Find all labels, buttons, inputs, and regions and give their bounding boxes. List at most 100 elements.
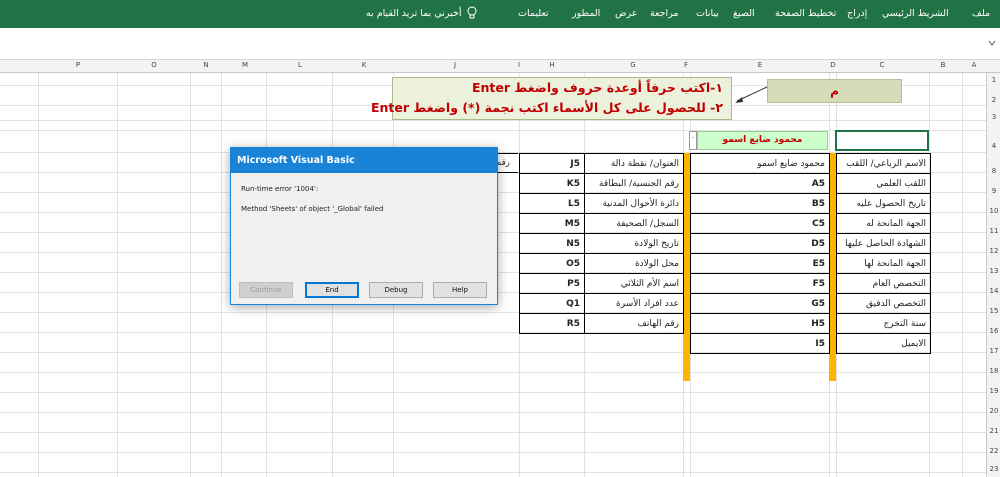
row-4[interactable]: 4 xyxy=(987,142,1000,150)
col-a[interactable]: A xyxy=(968,61,980,69)
tab-review[interactable]: مراجعة xyxy=(650,8,679,19)
value-cell[interactable]: محمود ضايع اسمو xyxy=(690,153,830,174)
tab-data[interactable]: بيانات xyxy=(696,8,719,19)
row-19[interactable]: 19 xyxy=(987,387,1000,395)
value-cell[interactable]: F5 xyxy=(690,273,830,294)
label-cell[interactable]: سنة التخرج xyxy=(836,313,931,334)
col-g[interactable]: G xyxy=(627,61,639,69)
col-m[interactable]: M xyxy=(239,61,251,69)
value-cell[interactable]: K5 xyxy=(519,173,585,194)
row-1[interactable]: 1 xyxy=(987,76,1000,84)
value-cell[interactable]: H5 xyxy=(690,313,830,334)
value-cell[interactable]: J5 xyxy=(519,153,585,174)
row-23[interactable]: 23 xyxy=(987,465,1000,473)
col-i[interactable]: I xyxy=(513,61,525,69)
row-16[interactable]: 16 xyxy=(987,327,1000,335)
help-button[interactable]: Help xyxy=(433,282,487,298)
label-cell[interactable]: التخصص العام xyxy=(836,273,931,294)
col-l[interactable]: L xyxy=(294,61,306,69)
value-cell[interactable]: M5 xyxy=(519,213,585,234)
col-e[interactable]: E xyxy=(754,61,766,69)
label-cell[interactable]: عدد افراد الأسرة xyxy=(584,293,684,314)
col-h[interactable]: H xyxy=(546,61,558,69)
table-row: R5 رقم الهاتف xyxy=(519,313,684,334)
value-cell[interactable]: O5 xyxy=(519,253,585,274)
row-21[interactable]: 21 xyxy=(987,427,1000,435)
name-result-cell[interactable]: محمود ضايع اسمو xyxy=(697,131,828,150)
row-2[interactable]: 2 xyxy=(987,96,1000,104)
tab-formulas[interactable]: الصيغ xyxy=(733,8,755,19)
value-cell[interactable]: A5 xyxy=(690,173,830,194)
tab-home[interactable]: الشريط الرئيسي xyxy=(882,8,949,19)
col-o[interactable]: O xyxy=(148,61,160,69)
dialog-title[interactable]: Microsoft Visual Basic xyxy=(231,148,497,173)
dropdown-cell[interactable]: . xyxy=(689,131,697,150)
col-c[interactable]: C xyxy=(876,61,888,69)
label-cell[interactable]: اللقب العلمي xyxy=(836,173,931,194)
formula-bar[interactable] xyxy=(0,28,1000,60)
end-button[interactable]: End xyxy=(305,282,359,298)
tell-me-search[interactable]: أخبرني بما تريد القيام به xyxy=(366,6,478,20)
continue-button[interactable]: Continue xyxy=(239,282,293,298)
col-j[interactable]: J xyxy=(449,61,461,69)
tab-insert[interactable]: إدراج xyxy=(847,8,867,19)
label-cell[interactable]: تاريخ الحصول عليه xyxy=(836,193,931,214)
debug-button[interactable]: Debug xyxy=(369,282,423,298)
m-label-cell[interactable]: م xyxy=(767,79,902,103)
tab-file[interactable]: ملف xyxy=(972,8,990,19)
row-14[interactable]: 14 xyxy=(987,287,1000,295)
label-cell[interactable]: اسم الأم الثلاثي xyxy=(584,273,684,294)
label-cell[interactable]: رقم الجنسية/ البطاقة xyxy=(584,173,684,194)
value-cell[interactable]: I5 xyxy=(690,333,830,354)
label-cell[interactable]: الشهادة الحاصل عليها xyxy=(836,233,931,254)
row-10[interactable]: 10 xyxy=(987,207,1000,215)
value-cell[interactable]: B5 xyxy=(690,193,830,214)
value-cell[interactable]: L5 xyxy=(519,193,585,214)
label-cell[interactable]: العنوان/ نقطة دالة xyxy=(584,153,684,174)
vba-error-dialog: Microsoft Visual Basic Run-time error '1… xyxy=(230,147,498,305)
label-cell[interactable]: الجهة المانحة لها xyxy=(836,253,931,274)
row-15[interactable]: 15 xyxy=(987,307,1000,315)
value-cell[interactable]: N5 xyxy=(519,233,585,254)
row-12[interactable]: 12 xyxy=(987,247,1000,255)
label-cell[interactable]: التخصص الدقيق xyxy=(836,293,931,314)
label-cell[interactable]: تاريخ الولادة xyxy=(584,233,684,254)
gap-cell xyxy=(830,194,837,214)
tab-page-layout[interactable]: تخطيط الصفحة xyxy=(775,8,836,19)
row-9[interactable]: 9 xyxy=(987,187,1000,195)
value-cell[interactable]: C5 xyxy=(690,213,830,234)
col-k[interactable]: K xyxy=(358,61,370,69)
value-cell[interactable]: R5 xyxy=(519,313,585,334)
tab-developer[interactable]: المطور xyxy=(572,8,600,19)
label-cell[interactable]: الاسم الرباعي/ اللقب xyxy=(836,153,931,174)
label-cell[interactable]: دائرة الأحوال المدنية xyxy=(584,193,684,214)
col-d[interactable]: D xyxy=(827,61,839,69)
col-f[interactable]: F xyxy=(680,61,692,69)
row-20[interactable]: 20 xyxy=(987,407,1000,415)
chevron-down-icon[interactable] xyxy=(988,38,996,48)
label-cell[interactable]: الايميل xyxy=(836,333,931,354)
row-13[interactable]: 13 xyxy=(987,267,1000,275)
row-header: 1 2 3 4 8 9 10 11 12 13 14 15 16 17 18 1… xyxy=(986,73,1000,477)
value-cell[interactable]: D5 xyxy=(690,233,830,254)
value-cell[interactable]: G5 xyxy=(690,293,830,314)
col-p[interactable]: P xyxy=(72,61,84,69)
row-8[interactable]: 8 xyxy=(987,167,1000,175)
row-17[interactable]: 17 xyxy=(987,347,1000,355)
col-n[interactable]: N xyxy=(200,61,212,69)
col-b[interactable]: B xyxy=(937,61,949,69)
tab-help[interactable]: تعليمات xyxy=(518,8,549,19)
label-cell[interactable]: رقم الهاتف xyxy=(584,313,684,334)
value-cell[interactable]: P5 xyxy=(519,273,585,294)
row-11[interactable]: 11 xyxy=(987,227,1000,235)
value-cell[interactable]: E5 xyxy=(690,253,830,274)
selected-input-cell[interactable] xyxy=(835,130,929,151)
label-cell[interactable]: السجل/ الصحيفة xyxy=(584,213,684,234)
row-18[interactable]: 18 xyxy=(987,367,1000,375)
value-cell[interactable]: Q1 xyxy=(519,293,585,314)
row-3[interactable]: 3 xyxy=(987,113,1000,121)
tab-view[interactable]: عرض xyxy=(615,8,637,19)
row-22[interactable]: 22 xyxy=(987,447,1000,455)
label-cell[interactable]: محل الولادة xyxy=(584,253,684,274)
label-cell[interactable]: الجهة المانحة له xyxy=(836,213,931,234)
